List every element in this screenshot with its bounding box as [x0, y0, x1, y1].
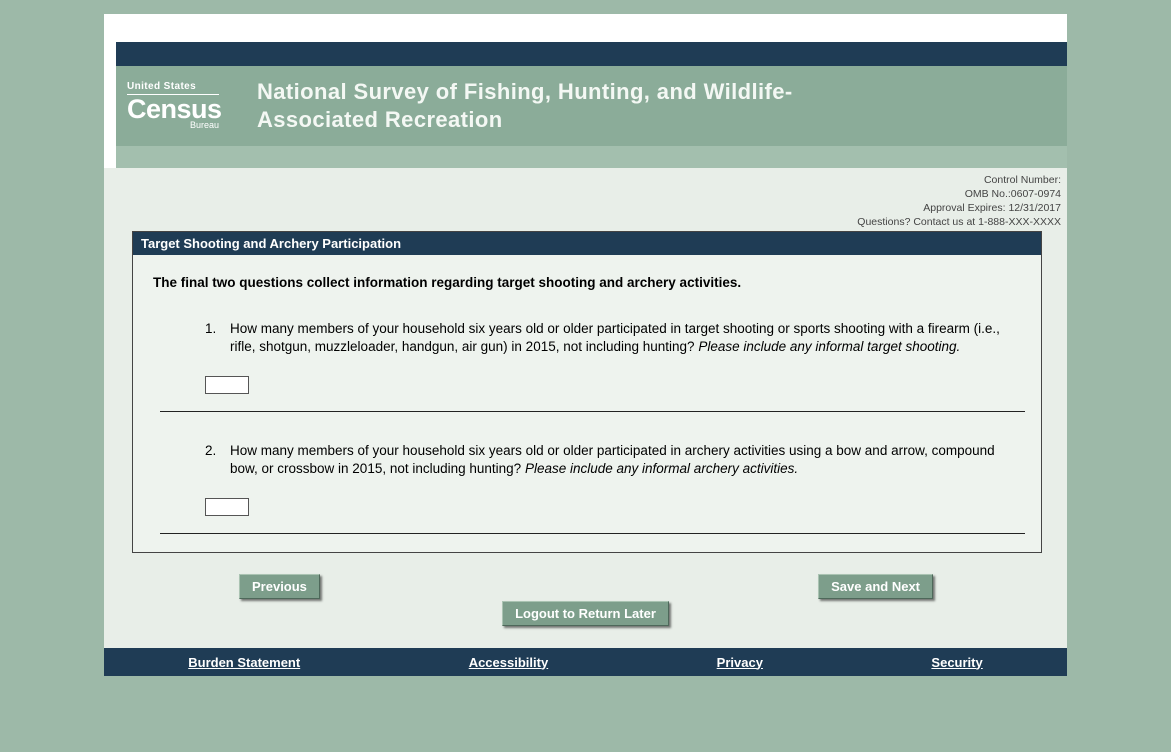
- question-2-input[interactable]: [205, 498, 249, 516]
- header-sub-strip: [116, 146, 1067, 168]
- panel-body: The final two questions collect informat…: [133, 255, 1041, 552]
- footer-bar: Burden Statement Accessibility Privacy S…: [104, 648, 1067, 676]
- contact-questions-label: Questions? Contact us at 1-888-XXX-XXXX: [104, 215, 1061, 229]
- main-content: Target Shooting and Archery Participatio…: [104, 231, 1067, 648]
- question-1-input[interactable]: [205, 376, 249, 394]
- question-1-text: How many members of your household six y…: [230, 320, 1005, 356]
- control-number-label: Control Number:: [104, 173, 1061, 187]
- top-white-strip: [104, 14, 1067, 42]
- approval-expires-label: Approval Expires: 12/31/2017: [104, 201, 1061, 215]
- omb-info-block: Control Number: OMB No.:0607-0974 Approv…: [104, 168, 1067, 231]
- survey-title: National Survey of Fishing, Hunting, and…: [257, 78, 797, 134]
- logout-button-row: Logout to Return Later: [104, 601, 1067, 626]
- question-2: 2. How many members of your household si…: [133, 442, 1041, 478]
- question-1-number: 1.: [205, 320, 230, 356]
- census-logo: United States Census Bureau: [127, 82, 219, 130]
- question-1-text-italic: Please include any informal target shoot…: [698, 339, 960, 354]
- top-navy-bar: [116, 42, 1067, 66]
- header-section: United States Census Bureau National Sur…: [104, 42, 1067, 168]
- survey-page: United States Census Bureau National Sur…: [104, 14, 1067, 676]
- footer-link-accessibility[interactable]: Accessibility: [469, 655, 549, 670]
- footer-link-burden-statement[interactable]: Burden Statement: [188, 655, 300, 670]
- button-row: Previous Save and Next: [104, 574, 1067, 599]
- panel-title: Target Shooting and Archery Participatio…: [133, 232, 1041, 255]
- save-and-next-button[interactable]: Save and Next: [818, 574, 933, 599]
- census-logo-bureau: Bureau: [190, 121, 219, 130]
- desktop-background: { "header": { "logo": { "line1": "United…: [0, 14, 1171, 752]
- footer-link-security[interactable]: Security: [931, 655, 982, 670]
- omb-number-label: OMB No.:0607-0974: [104, 187, 1061, 201]
- intro-text: The final two questions collect informat…: [153, 275, 1021, 290]
- previous-button[interactable]: Previous: [239, 574, 320, 599]
- census-logo-census: Census: [127, 96, 219, 123]
- question-1-divider: [160, 411, 1025, 412]
- question-2-text: How many members of your household six y…: [230, 442, 1005, 478]
- logout-button[interactable]: Logout to Return Later: [502, 601, 669, 626]
- footer-link-privacy[interactable]: Privacy: [717, 655, 763, 670]
- header-banner: United States Census Bureau National Sur…: [116, 66, 1067, 146]
- question-2-number: 2.: [205, 442, 230, 478]
- question-2-divider: [160, 533, 1025, 534]
- question-panel: Target Shooting and Archery Participatio…: [132, 231, 1042, 553]
- question-1: 1. How many members of your household si…: [133, 320, 1041, 356]
- question-2-text-italic: Please include any informal archery acti…: [525, 461, 798, 476]
